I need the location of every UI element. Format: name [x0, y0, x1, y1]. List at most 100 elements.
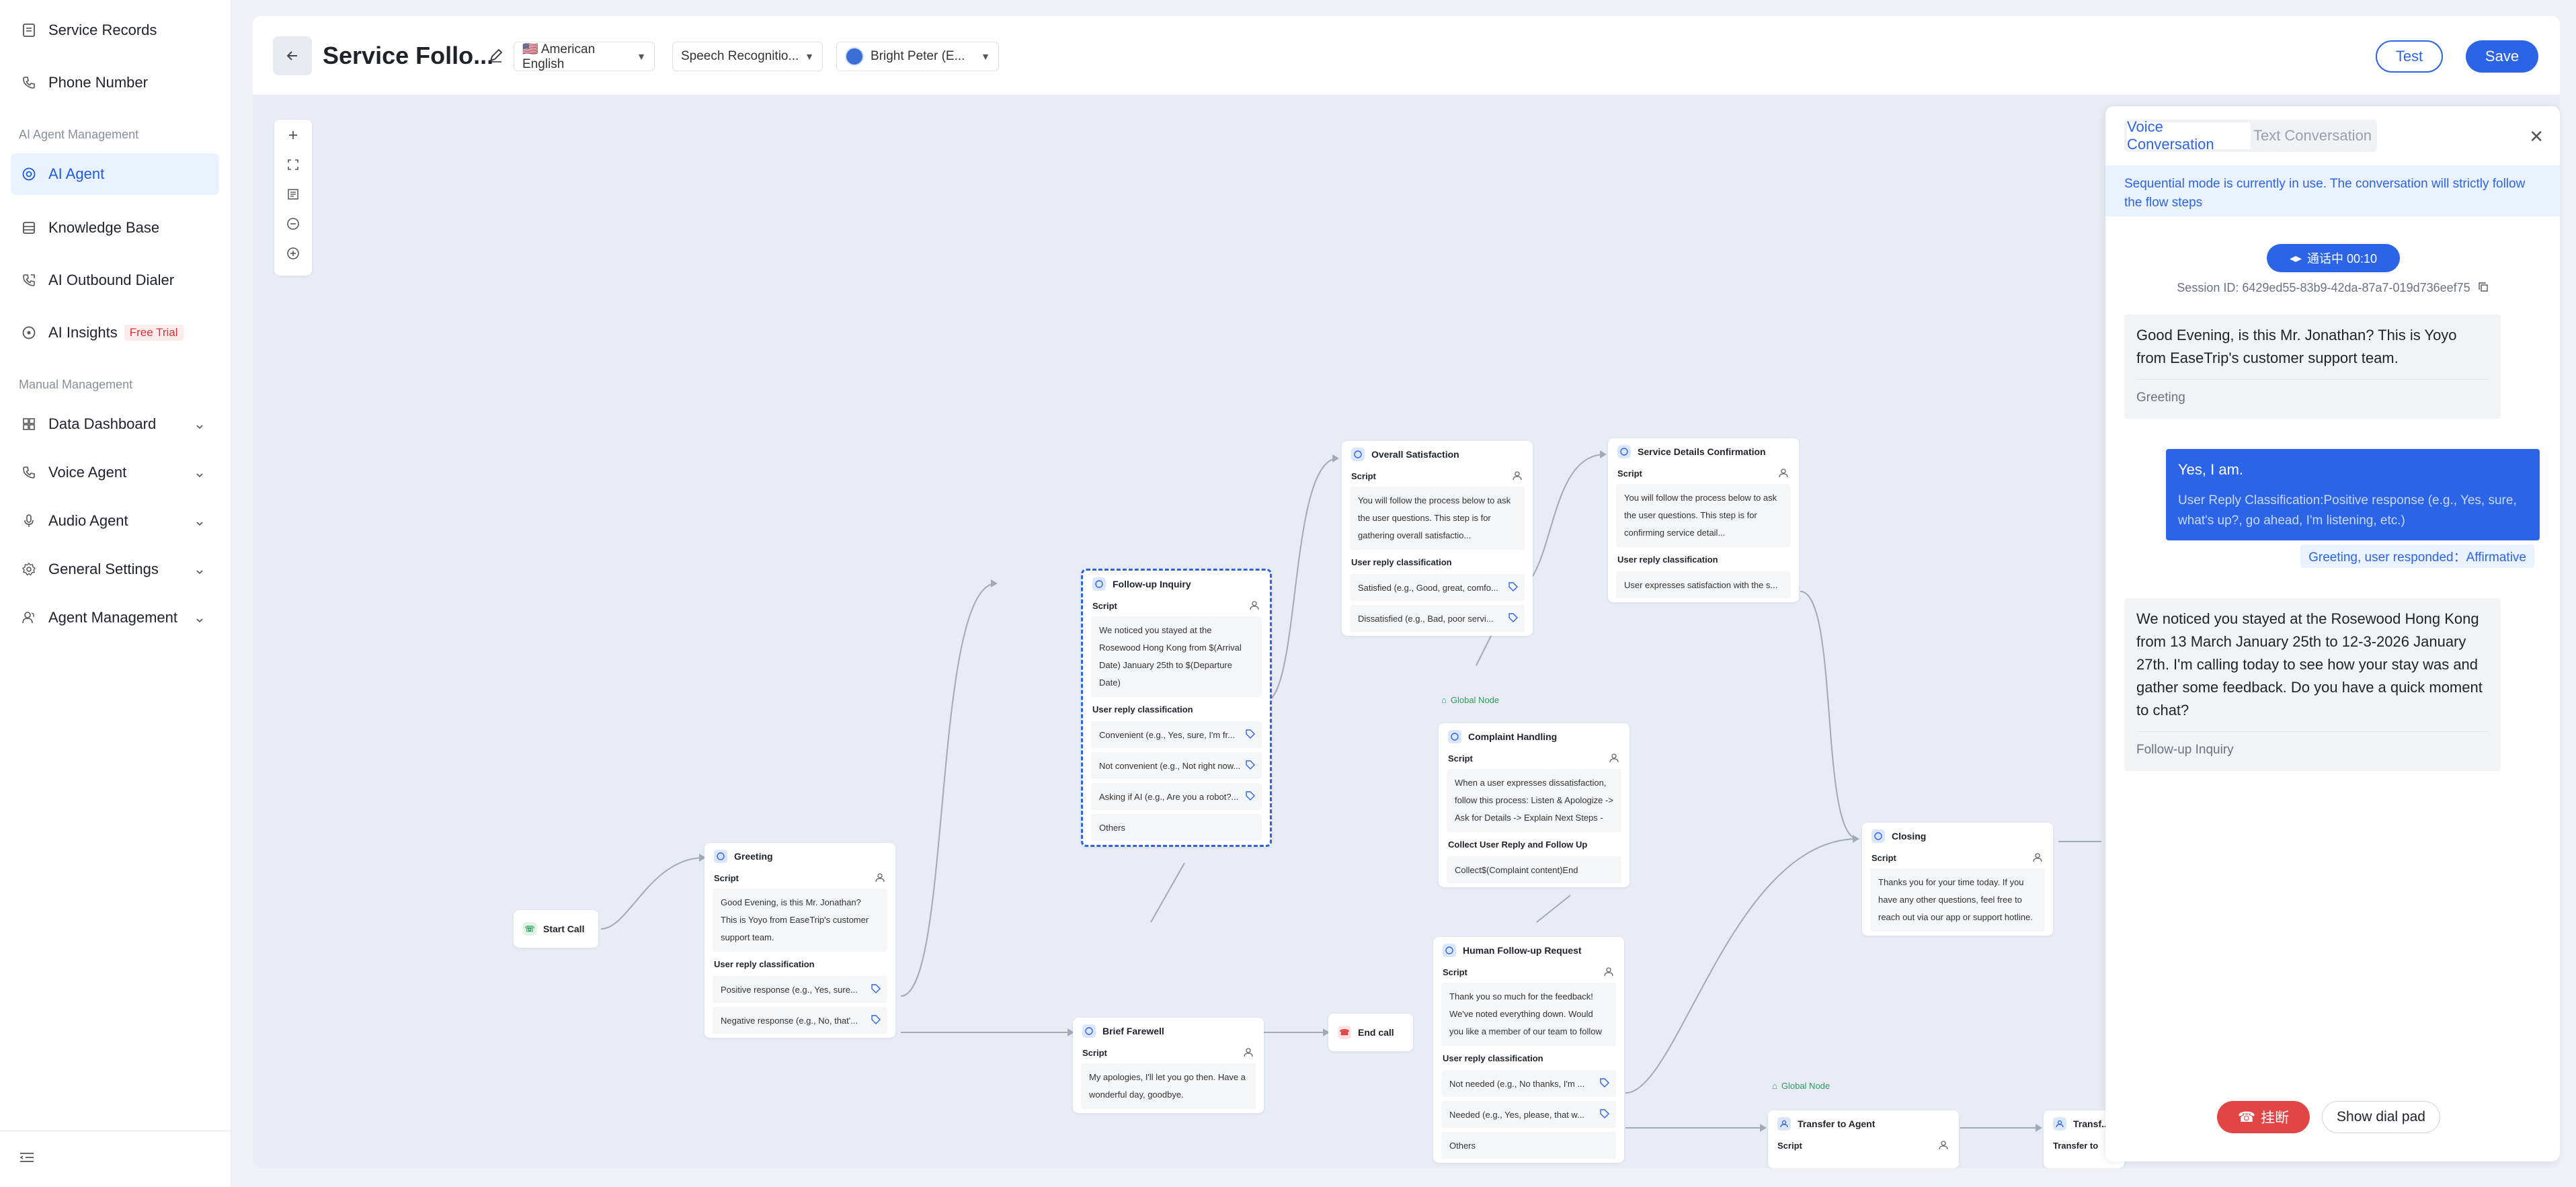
- node-title: Overall Satisfaction: [1371, 449, 1459, 460]
- tag-icon: [1600, 1078, 1609, 1090]
- flow-node-transfer-to-agent[interactable]: Transfer to Agent Script: [1768, 1110, 1959, 1168]
- sidebar-item-general-settings[interactable]: General Settings: [11, 548, 219, 590]
- node-title: Human Follow-up Request: [1463, 945, 1582, 956]
- reply-label: User reply classification: [1443, 1053, 1543, 1063]
- speech-recognition-select[interactable]: Speech Recognitio... ▼: [672, 42, 823, 71]
- hangup-button[interactable]: ☎ 挂断: [2217, 1101, 2310, 1133]
- flow-node-greeting[interactable]: Greeting Script Good Evening, is this Mr…: [705, 843, 895, 1038]
- sound-wave-icon: ◂▸: [2289, 251, 2302, 265]
- language-value: 🇺🇸 American English: [522, 42, 596, 71]
- phone-icon: ☏: [523, 922, 536, 936]
- fit-view-icon[interactable]: [274, 151, 312, 179]
- chevron-down-icon: [195, 466, 204, 484]
- sidebar: Service Records Phone Number AI Agent Ma…: [0, 0, 231, 1187]
- tab-text-conversation[interactable]: Text Conversation: [2251, 122, 2374, 149]
- reply-option: Asking if AI (e.g., Are you a robot?...: [1091, 783, 1262, 810]
- sidebar-item-agent-management[interactable]: Agent Management: [11, 597, 219, 639]
- sidebar-item-ai-agent[interactable]: AI Agent: [11, 153, 219, 195]
- caret-down-icon: ▼: [637, 51, 646, 62]
- message-text: Good Evening, is this Mr. Jonathan? This…: [2136, 327, 2457, 366]
- reply-label: User reply classification: [1617, 554, 1718, 565]
- edit-title-icon[interactable]: [488, 47, 504, 67]
- speech-value: Speech Recognitio...: [681, 49, 799, 63]
- sidebar-item-data-dashboard[interactable]: Data Dashboard: [11, 403, 219, 445]
- call-status-badge: ◂▸ 通话中 00:10: [2267, 244, 2400, 272]
- tag-icon: [1246, 791, 1255, 803]
- flow-node-followup-inquiry[interactable]: Follow-up Inquiry Script We noticed you …: [1081, 569, 1272, 847]
- node-script: My apologies, I'll let you go then. Have…: [1081, 1063, 1256, 1109]
- sidebar-item-phone-number[interactable]: Phone Number: [11, 62, 219, 104]
- test-button[interactable]: Test: [2376, 40, 2443, 73]
- tag-icon: [871, 1015, 881, 1026]
- flow-node-brief-farewell[interactable]: Brief Farewell Script My apologies, I'll…: [1073, 1018, 1264, 1113]
- transfer-icon: [1777, 1117, 1791, 1131]
- gear-icon: [20, 561, 38, 578]
- end-call-node[interactable]: ☎ End call: [1328, 1014, 1413, 1051]
- message-text: We noticed you stayed at the Rosewood Ho…: [2136, 610, 2483, 719]
- script-label: Script: [1777, 1140, 1802, 1151]
- test-conversation-panel: Voice Conversation Text Conversation ✕ S…: [2105, 106, 2560, 1161]
- sidebar-item-knowledge-base[interactable]: Knowledge Base: [11, 207, 219, 249]
- script-label: Script: [1351, 470, 1376, 481]
- auto-layout-icon[interactable]: [274, 180, 312, 208]
- flow-node-human-followup[interactable]: Human Follow-up Request Script Thank you…: [1433, 937, 1624, 1163]
- chat-icon: [1448, 730, 1461, 743]
- home-icon: ⌂: [1772, 1081, 1777, 1091]
- reply-option: Dissatisfied (e.g., Bad, poor servi...: [1350, 605, 1525, 632]
- node-title: Service Details Confirmation: [1638, 446, 1766, 457]
- person-icon: [2033, 852, 2044, 865]
- call-status-text: 通话中 00:10: [2307, 252, 2378, 265]
- zoom-in-circle-icon[interactable]: [274, 239, 312, 268]
- phone-icon: [20, 74, 38, 91]
- message-text: Yes, I am.: [2178, 461, 2244, 478]
- close-icon[interactable]: ✕: [2529, 126, 2544, 147]
- voice-select[interactable]: Bright Peter (E... ▼: [836, 42, 999, 71]
- database-icon: [20, 219, 38, 237]
- flow-node-service-details[interactable]: Service Details Confirmation Script You …: [1608, 438, 1799, 602]
- flow-node-complaint-handling[interactable]: Complaint Handling Script When a user ex…: [1439, 723, 1629, 887]
- reply-option: Positive response (e.g., Yes, sure...: [713, 976, 887, 1003]
- person-icon: [1779, 468, 1789, 481]
- person-icon: [1604, 967, 1615, 979]
- outbound-call-icon: [20, 272, 38, 289]
- back-button[interactable]: [273, 36, 312, 75]
- sidebar-item-ai-insights[interactable]: AI Insights Free Trial: [11, 312, 219, 354]
- tab-voice-conversation[interactable]: Voice Conversation: [2127, 118, 2251, 153]
- transfer-icon: [2053, 1117, 2066, 1131]
- free-trial-badge: Free Trial: [124, 325, 184, 341]
- flow-node-overall-satisfaction[interactable]: Overall Satisfaction Script You will fol…: [1342, 441, 1533, 636]
- zoom-out-icon[interactable]: [274, 210, 312, 238]
- response-tag: Greeting, user responded：Affirmative: [2300, 544, 2534, 568]
- save-button[interactable]: Save: [2466, 40, 2538, 73]
- tag-icon: [871, 984, 881, 995]
- script-label: Script: [714, 872, 739, 883]
- collect-value: Collect$(Complaint content)End: [1447, 856, 1621, 883]
- collapse-sidebar-icon[interactable]: [19, 1151, 35, 1168]
- reply-option: Others: [1091, 814, 1262, 841]
- language-select[interactable]: 🇺🇸 American English ▼: [514, 42, 655, 71]
- tag-icon: [1246, 729, 1255, 741]
- show-dial-pad-button[interactable]: Show dial pad: [2322, 1101, 2440, 1133]
- users-icon: [20, 609, 38, 626]
- chat-icon: [1617, 445, 1631, 458]
- start-call-node[interactable]: ☏ Start Call: [514, 910, 598, 948]
- sidebar-item-ai-outbound-dialer[interactable]: AI Outbound Dialer: [11, 259, 219, 301]
- tag-icon: [1508, 613, 1518, 624]
- sidebar-item-label: Agent Management: [48, 609, 178, 626]
- reply-option-label: Convenient (e.g., Yes, sure, I'm fr...: [1099, 729, 1235, 740]
- hangup-icon: ☎: [1338, 1026, 1351, 1039]
- chat-icon: [1351, 448, 1365, 461]
- sidebar-item-audio-agent[interactable]: Audio Agent: [11, 500, 219, 542]
- sidebar-item-voice-agent[interactable]: Voice Agent: [11, 452, 219, 493]
- global-node-text: Global Node: [1450, 695, 1500, 705]
- sidebar-item-label: Service Records: [48, 22, 157, 38]
- reply-label: User reply classification: [1092, 704, 1193, 714]
- tag-icon: [1246, 760, 1255, 772]
- zoom-in-icon[interactable]: [274, 121, 312, 149]
- copy-icon[interactable]: [2478, 282, 2489, 296]
- chevron-down-icon: [195, 515, 204, 532]
- flow-node-closing[interactable]: Closing Script Thanks you for your time …: [1862, 823, 2053, 936]
- node-script: You will follow the process below to ask…: [1350, 487, 1525, 550]
- sidebar-item-service-records[interactable]: Service Records: [11, 9, 219, 51]
- microphone-icon: [20, 512, 38, 530]
